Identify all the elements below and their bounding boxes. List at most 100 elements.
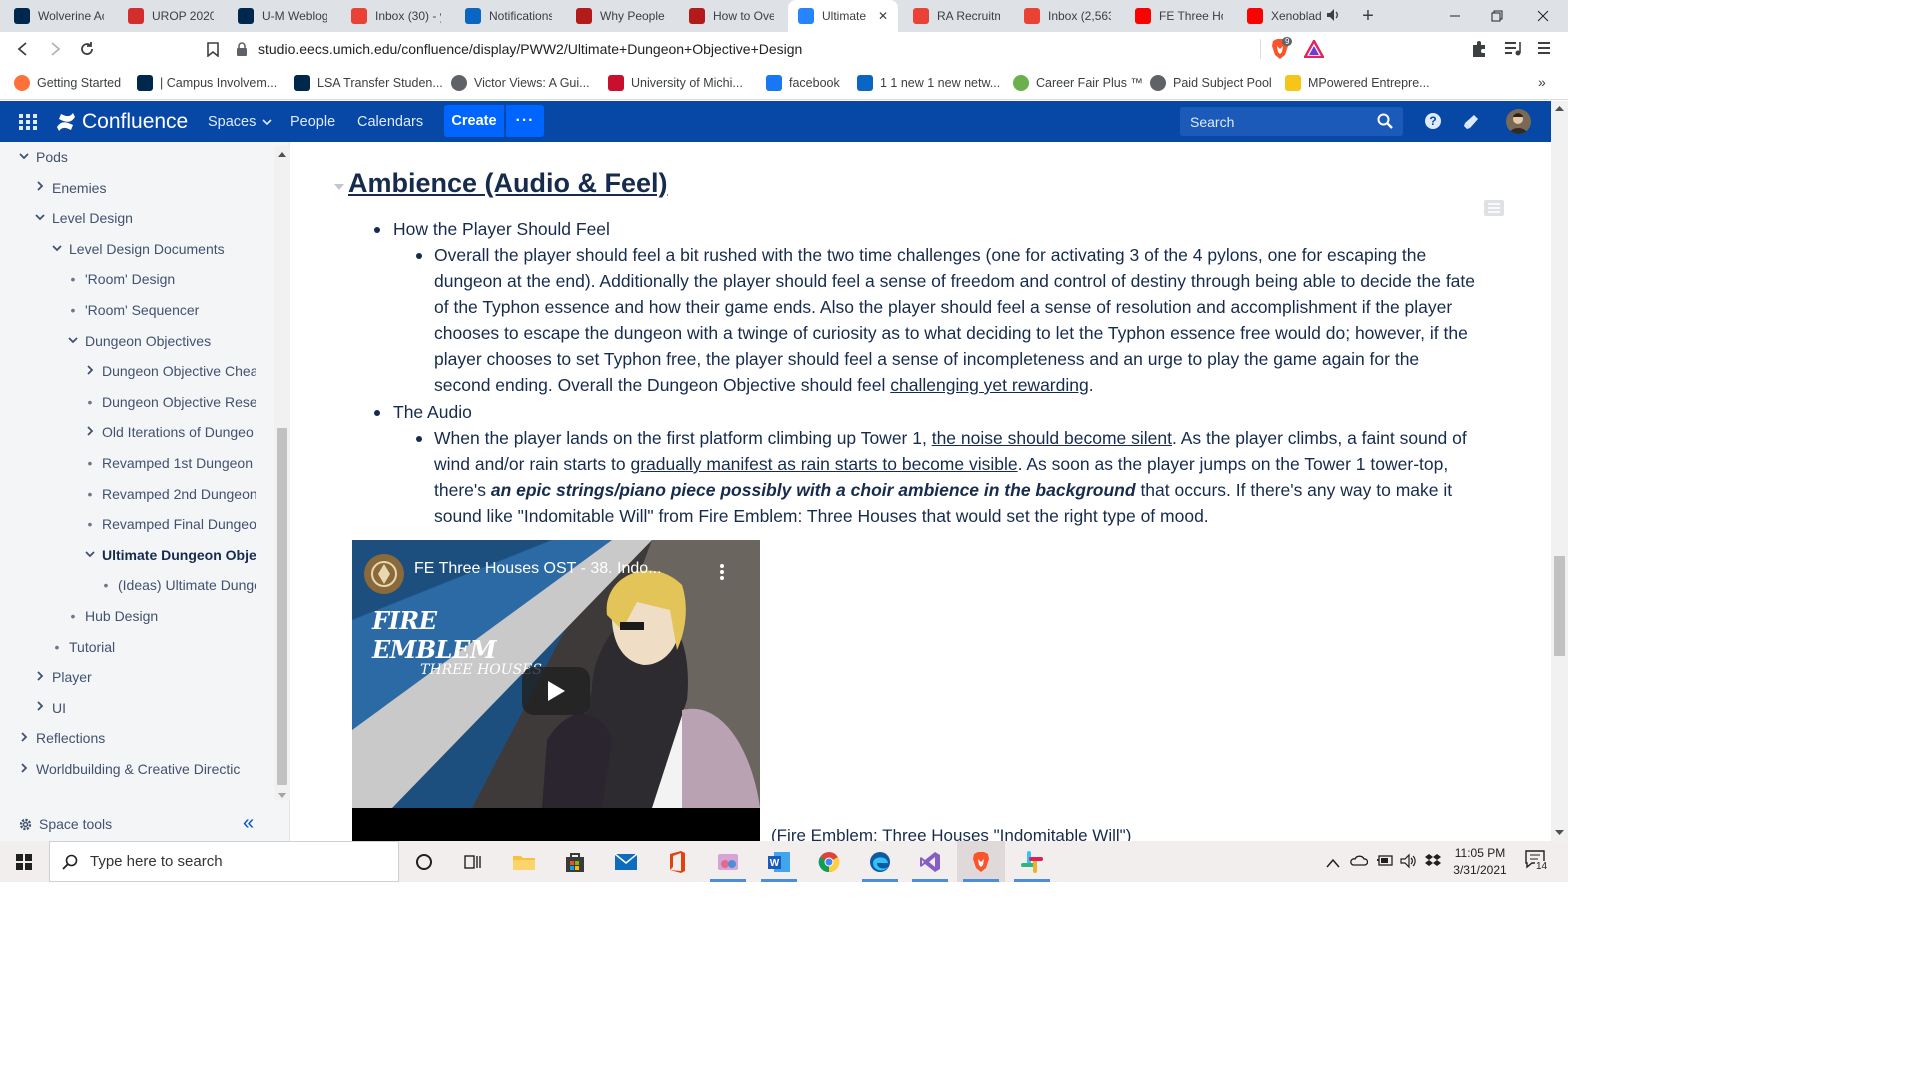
brave-browser-button[interactable] bbox=[957, 841, 1005, 882]
edge-button[interactable] bbox=[856, 841, 904, 882]
chevron-right-icon[interactable] bbox=[34, 671, 46, 684]
browser-menu-button[interactable] bbox=[1536, 40, 1554, 58]
chevron-right-icon[interactable] bbox=[18, 732, 30, 745]
battery-tray-icon[interactable] bbox=[1376, 853, 1394, 869]
bookmark-item[interactable]: Getting Started bbox=[14, 74, 121, 92]
more-bookmarks-chevron-icon[interactable]: » bbox=[1538, 74, 1546, 90]
channel-avatar[interactable] bbox=[364, 554, 404, 594]
bookmark-item[interactable]: MPowered Entrepre... bbox=[1285, 74, 1430, 92]
close-tab-icon[interactable]: ✕ bbox=[878, 9, 888, 23]
bookmark-item[interactable]: 1 1 new 1 new netw... bbox=[857, 74, 1000, 92]
page-tree-item[interactable]: Reflections bbox=[18, 727, 256, 749]
scroll-down-icon[interactable] bbox=[1551, 827, 1568, 839]
page-tree-item[interactable]: • Revamped Final Dungeo bbox=[84, 513, 256, 535]
browser-tab[interactable]: Wolverine Ac bbox=[4, 0, 114, 32]
chevron-right-icon[interactable] bbox=[18, 762, 30, 776]
bookmark-item[interactable]: University of Michi... bbox=[608, 74, 743, 92]
page-tree-item[interactable]: Level Design bbox=[34, 207, 256, 229]
word-button[interactable]: W bbox=[755, 841, 803, 882]
close-window-button[interactable] bbox=[1520, 0, 1566, 32]
browser-tab[interactable]: Inbox (30) - y bbox=[341, 0, 451, 32]
chevron-right-icon[interactable] bbox=[34, 701, 46, 714]
sidebar-scroll-up-icon[interactable] bbox=[277, 147, 287, 157]
bookmark-item[interactable]: facebook bbox=[766, 74, 840, 92]
bookmark-item[interactable]: LSA Transfer Studen... bbox=[294, 74, 443, 92]
sidebar-scroll-down-icon[interactable] bbox=[277, 787, 287, 798]
browser-tab[interactable]: FE Three Hou bbox=[1125, 0, 1233, 32]
calendars-link[interactable]: Calendars bbox=[357, 101, 423, 142]
browser-tab[interactable]: How to Overc bbox=[679, 0, 784, 32]
page-tree-item[interactable]: • Revamped 1st Dungeon bbox=[84, 452, 256, 474]
table-of-contents-button[interactable] bbox=[1484, 200, 1504, 216]
page-tree-item[interactable]: • 'Room' Design bbox=[67, 268, 256, 290]
browser-tab[interactable]: Ultimate ✕ bbox=[788, 0, 898, 32]
back-button[interactable] bbox=[10, 36, 36, 62]
minimize-button[interactable] bbox=[1432, 0, 1478, 32]
office-button[interactable] bbox=[653, 841, 701, 882]
restore-button[interactable] bbox=[1474, 0, 1520, 32]
people-link[interactable]: People bbox=[290, 101, 335, 142]
spaces-menu[interactable]: Spaces bbox=[208, 101, 272, 142]
visual-studio-button[interactable] bbox=[906, 841, 954, 882]
page-tree-item[interactable]: Dungeon Objective Chea bbox=[84, 360, 256, 382]
task-view-button[interactable] bbox=[449, 841, 497, 882]
new-tab-button[interactable]: + bbox=[1356, 4, 1380, 28]
taskbar-clock[interactable]: 11:05 PM 3/31/2021 bbox=[1448, 845, 1512, 879]
volume-tray-icon[interactable] bbox=[1400, 853, 1418, 869]
browser-tab[interactable]: Inbox (2,563) bbox=[1014, 0, 1121, 32]
confluence-home-link[interactable]: Confluence bbox=[56, 108, 188, 136]
youtube-video-embed[interactable]: FE Three Houses OST - 38. Indo... FIRE E… bbox=[352, 540, 760, 841]
chevron-down-icon[interactable] bbox=[34, 212, 46, 224]
chevron-right-icon[interactable] bbox=[34, 181, 46, 194]
page-tree-item[interactable]: Worldbuilding & Creative Directic bbox=[18, 758, 256, 780]
tab-audio-speaker-icon[interactable] bbox=[1326, 8, 1340, 22]
taskbar-search-box[interactable]: Type here to search bbox=[49, 841, 399, 882]
browser-tab[interactable]: Why People L bbox=[566, 0, 675, 32]
page-tree-item[interactable]: Old Iterations of Dungeo bbox=[84, 421, 256, 443]
page-tree-item[interactable]: Level Design Documents bbox=[51, 238, 256, 260]
page-tree-item[interactable]: UI bbox=[34, 697, 256, 719]
chevron-right-icon[interactable] bbox=[84, 365, 96, 378]
page-tree-item[interactable]: Dungeon Objectives bbox=[67, 330, 256, 352]
page-tree-item[interactable]: • Dungeon Objective Rese bbox=[84, 391, 256, 413]
start-button[interactable] bbox=[0, 841, 48, 882]
video-play-button[interactable] bbox=[522, 667, 590, 715]
app-switcher-button[interactable] bbox=[18, 113, 38, 131]
heading-collapse-toggle[interactable] bbox=[333, 178, 345, 190]
chevron-down-icon[interactable] bbox=[67, 335, 79, 347]
page-tree-item[interactable]: Player bbox=[34, 666, 256, 688]
bookmark-item[interactable]: Career Fair Plus ™ bbox=[1013, 74, 1143, 92]
bookmark-item[interactable]: Paid Subject Pool bbox=[1150, 74, 1272, 92]
address-bar[interactable]: studio.eecs.umich.edu/confluence/display… bbox=[236, 35, 1336, 63]
user-avatar[interactable] bbox=[1506, 109, 1531, 134]
chevron-down-icon[interactable] bbox=[18, 151, 30, 163]
page-scrollbar-thumb[interactable] bbox=[1554, 556, 1565, 656]
browser-tab[interactable]: UROP 2020-2 bbox=[118, 0, 224, 32]
cortana-button[interactable] bbox=[400, 841, 448, 882]
bookmark-item[interactable]: | Campus Involvem... bbox=[137, 74, 277, 92]
dropbox-tray-icon[interactable] bbox=[1424, 853, 1442, 869]
forward-button[interactable] bbox=[42, 36, 68, 62]
sidebar-scrollbar-thumb[interactable] bbox=[277, 428, 287, 785]
video-menu-button[interactable] bbox=[716, 562, 728, 582]
browser-tab[interactable]: U-M Weblogi bbox=[228, 0, 337, 32]
browser-tab[interactable]: Notifications bbox=[455, 0, 562, 32]
chevron-down-icon[interactable] bbox=[51, 243, 63, 255]
page-scrollbar-track[interactable] bbox=[1551, 101, 1568, 841]
space-tools-button[interactable]: Space tools bbox=[18, 814, 112, 834]
onedrive-tray-icon[interactable] bbox=[1350, 853, 1369, 867]
mail-button[interactable] bbox=[602, 841, 650, 882]
page-tree-item[interactable]: • Tutorial bbox=[51, 636, 256, 658]
page-tree-item[interactable]: Enemies bbox=[34, 177, 256, 199]
bookmark-item[interactable]: Victor Views: A Gui... bbox=[451, 74, 590, 92]
reload-button[interactable] bbox=[74, 36, 100, 62]
brave-rewards-button[interactable] bbox=[1302, 38, 1326, 59]
bookmark-button[interactable] bbox=[200, 36, 226, 62]
video-title[interactable]: FE Three Houses OST - 38. Indo... bbox=[414, 560, 734, 578]
page-tree-item[interactable]: • (Ideas) Ultimate Dunge bbox=[100, 574, 256, 596]
page-tree-item[interactable]: • 'Room' Sequencer bbox=[67, 299, 256, 321]
page-tree-item[interactable]: • Revamped 2nd Dungeon bbox=[84, 483, 256, 505]
page-tree-item[interactable]: Pods bbox=[18, 146, 256, 168]
page-tree-item[interactable]: • Hub Design bbox=[67, 605, 256, 627]
brave-shields-button[interactable]: 9 bbox=[1270, 37, 1293, 60]
